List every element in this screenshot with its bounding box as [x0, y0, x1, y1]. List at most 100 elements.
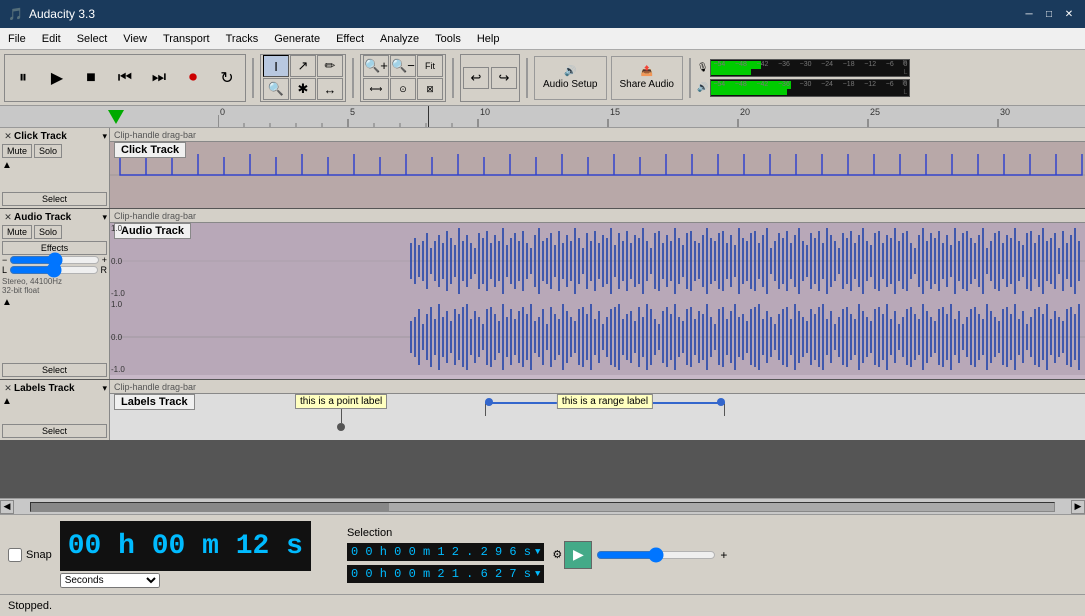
menu-view[interactable]: View: [115, 28, 155, 49]
output-meter[interactable]: 🔊 −54−48−42−36−30−24−18−12−60 R L: [697, 79, 910, 97]
titlebar-controls: ─ □ ✕: [1021, 6, 1077, 22]
point-label[interactable]: this is a point label: [295, 394, 387, 431]
multi-tool[interactable]: ✱: [290, 78, 316, 100]
labels-track-header: ✕ Labels Track ▾ ▲ Select: [0, 380, 110, 440]
labels-track-up-icon[interactable]: ▲: [2, 396, 12, 407]
zoom-in-button[interactable]: 🔍+: [363, 55, 389, 77]
menu-file[interactable]: File: [0, 28, 34, 49]
audio-track-mute[interactable]: Mute: [2, 225, 32, 239]
click-track-close[interactable]: ✕: [2, 130, 14, 142]
menu-effect[interactable]: Effect: [328, 28, 372, 49]
toolbar-area: ⏸ ▶ ■ ⏮ ⏭ ⏺ ↻ I ↗ ✏ 🔍 ✱ ↔ 🔍+ 🔍− Fit ⟷ ⊙ …: [0, 50, 1085, 106]
audio-track-row: ✕ Audio Track ▾ Mute Solo Effects − + L …: [0, 209, 1085, 380]
tracks-container: ✕ Click Track ▾ Mute Solo ▲ Select Clip-…: [0, 128, 1085, 498]
envelope-tool[interactable]: ↗: [290, 55, 316, 77]
click-track-clip-bar[interactable]: Clip-handle drag-bar: [110, 128, 1085, 142]
menu-help[interactable]: Help: [469, 28, 508, 49]
click-track-solo[interactable]: Solo: [34, 144, 62, 158]
toolbar-sep-1: [252, 58, 254, 98]
labels-clip-bar[interactable]: Clip-handle drag-bar: [110, 380, 1085, 394]
play-button[interactable]: ▶: [41, 62, 73, 94]
menu-tools[interactable]: Tools: [427, 28, 469, 49]
audio-track-solo[interactable]: Solo: [34, 225, 62, 239]
app-title: Audacity 3.3: [29, 7, 95, 21]
stop-button[interactable]: ■: [75, 62, 107, 94]
trim-button[interactable]: ⊠: [417, 78, 443, 100]
close-button[interactable]: ✕: [1061, 6, 1077, 22]
audio-track-name: Audio Track: [14, 212, 102, 223]
snap-checkbox[interactable]: [8, 548, 22, 562]
audio-setup-label: Audio Setup: [543, 79, 598, 90]
menu-generate[interactable]: Generate: [266, 28, 328, 49]
selection-tool[interactable]: I: [263, 55, 289, 77]
click-track-waveform: // Generate click track pulses inline vi…: [110, 142, 1085, 208]
share-audio-label: Share Audio: [620, 79, 675, 90]
svg-text:30: 30: [1000, 107, 1010, 117]
audio-track-up-icon[interactable]: ▲: [2, 297, 12, 308]
selection-start-arrow[interactable]: ▼: [535, 547, 540, 557]
menu-analyze[interactable]: Analyze: [372, 28, 427, 49]
menubar: File Edit Select View Transport Tracks G…: [0, 28, 1085, 50]
zoom-toolbar: 🔍+ 🔍− Fit ⟷ ⊙ ⊠: [360, 54, 446, 102]
ruler-svg: 0 5 10 15 20 25 30: [218, 106, 1085, 127]
menu-tracks[interactable]: Tracks: [218, 28, 267, 49]
share-audio-button[interactable]: 📤 Share Audio: [611, 56, 684, 100]
menu-edit[interactable]: Edit: [34, 28, 69, 49]
click-track-arrow[interactable]: ▾: [102, 131, 107, 142]
minimize-button[interactable]: ─: [1021, 6, 1037, 22]
click-track-up-icon[interactable]: ▲: [2, 160, 12, 171]
labels-track-name: Labels Track: [14, 383, 102, 394]
maximize-button[interactable]: □: [1041, 6, 1057, 22]
menu-select[interactable]: Select: [69, 28, 116, 49]
undo-button[interactable]: ↩: [463, 67, 489, 89]
scroll-right-arrow[interactable]: ▶: [1071, 500, 1085, 514]
audio-track-clip-label: Audio Track: [114, 223, 191, 239]
click-track-select[interactable]: Select: [2, 192, 107, 206]
toolbar-sep-3: [452, 58, 454, 98]
audio-track-close[interactable]: ✕: [2, 211, 14, 223]
audio-track-arrow[interactable]: ▾: [102, 212, 107, 223]
pause-button[interactable]: ⏸: [7, 62, 39, 94]
time-format-select[interactable]: Seconds hh:mm:ss: [60, 573, 160, 588]
skip-fwd-button[interactable]: ⏭: [143, 62, 175, 94]
click-track-mute[interactable]: Mute: [2, 144, 32, 158]
horizontal-scrollbar[interactable]: ◀ ▶: [0, 498, 1085, 514]
time-display-area: 00 h 00 m 12 s Seconds hh:mm:ss: [60, 521, 311, 588]
zoom-out-button[interactable]: 🔍−: [390, 55, 416, 77]
playback-play-button[interactable]: ▶: [564, 541, 592, 569]
toolbar-sep-2: [352, 58, 354, 98]
labels-track-close[interactable]: ✕: [2, 382, 14, 394]
hscroll-track[interactable]: [30, 502, 1055, 512]
pan-slider[interactable]: [9, 265, 98, 275]
selection-end-arrow[interactable]: ▼: [535, 569, 540, 579]
menu-transport[interactable]: Transport: [155, 28, 218, 49]
settings-icon[interactable]: ⚙: [552, 548, 556, 561]
loop-button[interactable]: ↻: [211, 62, 243, 94]
fit-selection-button[interactable]: Fit: [417, 55, 443, 77]
audio-track-select[interactable]: Select: [2, 363, 107, 377]
scroll-left-arrow[interactable]: ◀: [0, 500, 14, 514]
input-meter[interactable]: 🎙 −54−48−42−36−30−24−18−12−60 R L: [697, 59, 910, 77]
record-button[interactable]: ⏺: [177, 62, 209, 94]
svg-text:20: 20: [740, 107, 750, 117]
labels-track-select[interactable]: Select: [2, 424, 107, 438]
selection-end-time: 0 0 h 0 0 m 2 1 . 6 2 7 s ▼: [347, 565, 544, 583]
speed-slider[interactable]: [596, 547, 716, 563]
zoom-toggle-button[interactable]: ⊙: [390, 78, 416, 100]
snap-label: Snap: [26, 549, 52, 561]
zoom-tool[interactable]: 🔍: [263, 78, 289, 100]
redo-button[interactable]: ↪: [491, 67, 517, 89]
skip-back-button[interactable]: ⏮: [109, 62, 141, 94]
draw-tool[interactable]: ✏: [317, 55, 343, 77]
toolbar-sep-5: [689, 58, 691, 98]
audio-track-clip-bar[interactable]: Clip-handle drag-bar: [110, 209, 1085, 223]
svg-text:10: 10: [480, 107, 490, 117]
zoom-reset-button[interactable]: ⟷: [363, 78, 389, 100]
pan-R-label: R: [101, 265, 108, 275]
selection-start-time: 0 0 h 0 0 m 1 2 . 2 9 6 s ▼: [347, 543, 544, 561]
time-shift-tool[interactable]: ↔: [317, 78, 343, 100]
hscroll-thumb[interactable]: [31, 503, 389, 511]
audio-setup-button[interactable]: 🔊 Audio Setup: [534, 56, 607, 100]
labels-track-arrow[interactable]: ▾: [102, 383, 107, 394]
point-label-text: this is a point label: [295, 394, 387, 409]
